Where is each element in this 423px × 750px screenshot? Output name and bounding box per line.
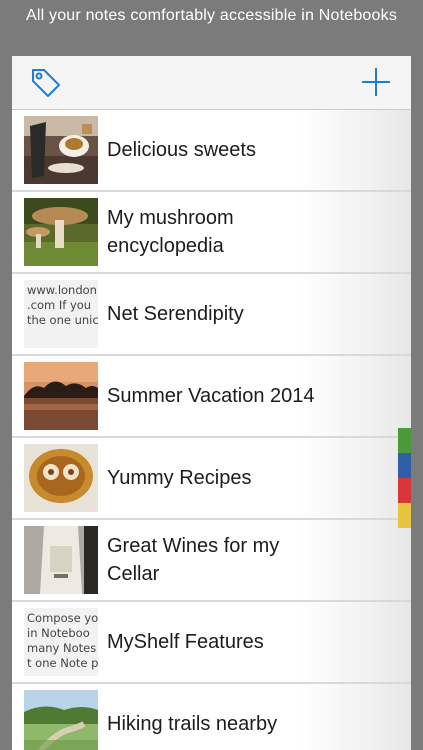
notebook-list: Delicious sweets My mushroom encyclopedi… (12, 110, 411, 750)
notebook-title: Delicious sweets (107, 139, 256, 161)
notebook-row[interactable]: Great Wines for my Cellar (12, 520, 411, 602)
color-tab-strip (398, 428, 411, 528)
notebook-row[interactable]: Hiking trails nearby (12, 684, 411, 750)
plus-icon (362, 68, 390, 96)
notebook-thumbnail (24, 198, 98, 266)
notebook-thumbnail (24, 362, 98, 430)
thumbnail-text-line: www.london (27, 283, 97, 297)
thumbnail-text-line: t one Note p (27, 656, 98, 670)
notebook-row[interactable]: My mushroom encyclopedia (12, 192, 411, 274)
notebook-row[interactable]: Yummy Recipes (12, 438, 411, 520)
promo-caption: All your notes comfortably accessible in… (25, 7, 398, 24)
color-tab-blue[interactable] (398, 453, 411, 478)
nav-bar (12, 56, 411, 110)
notebook-thumbnail (24, 116, 98, 184)
app-screen: Delicious sweets My mushroom encyclopedi… (12, 56, 411, 750)
add-notebook-button[interactable] (359, 65, 393, 99)
notebook-row[interactable]: Summer Vacation 2014 (12, 356, 411, 438)
notebook-thumbnail (24, 690, 98, 750)
thumbnail-text-line: .com If you (27, 298, 92, 312)
color-tab-yellow[interactable] (398, 503, 411, 528)
thumbnail-text-line: many Notes (27, 641, 97, 655)
color-tab-red[interactable] (398, 478, 411, 503)
notebook-row[interactable]: www.london .com If you the one unic Net … (12, 274, 411, 356)
notebook-row[interactable]: Delicious sweets (12, 110, 411, 192)
notebook-thumbnail: Compose yo in Noteboo many Notes t one N… (24, 608, 98, 676)
notebook-title: Summer Vacation 2014 (107, 385, 315, 407)
color-tab-green[interactable] (398, 428, 411, 453)
notebook-title: Yummy Recipes (107, 467, 252, 489)
notebook-thumbnail (24, 444, 98, 512)
tag-icon[interactable] (29, 65, 63, 99)
notebook-title: Great Wines for my Cellar (107, 535, 280, 585)
notebook-thumbnail: www.london .com If you the one unic (24, 280, 98, 348)
notebook-title: MyShelf Features (107, 631, 264, 653)
notebook-title: My mushroom encyclopedia (107, 207, 234, 257)
notebook-thumbnail (24, 526, 98, 594)
thumbnail-text-line: the one unic (27, 313, 98, 327)
thumbnail-text-line: Compose yo (27, 611, 98, 625)
notebook-row[interactable]: Compose yo in Noteboo many Notes t one N… (12, 602, 411, 684)
notebook-title: Net Serendipity (107, 303, 244, 325)
thumbnail-text-line: in Noteboo (27, 626, 90, 640)
notebook-title: Hiking trails nearby (107, 713, 278, 735)
